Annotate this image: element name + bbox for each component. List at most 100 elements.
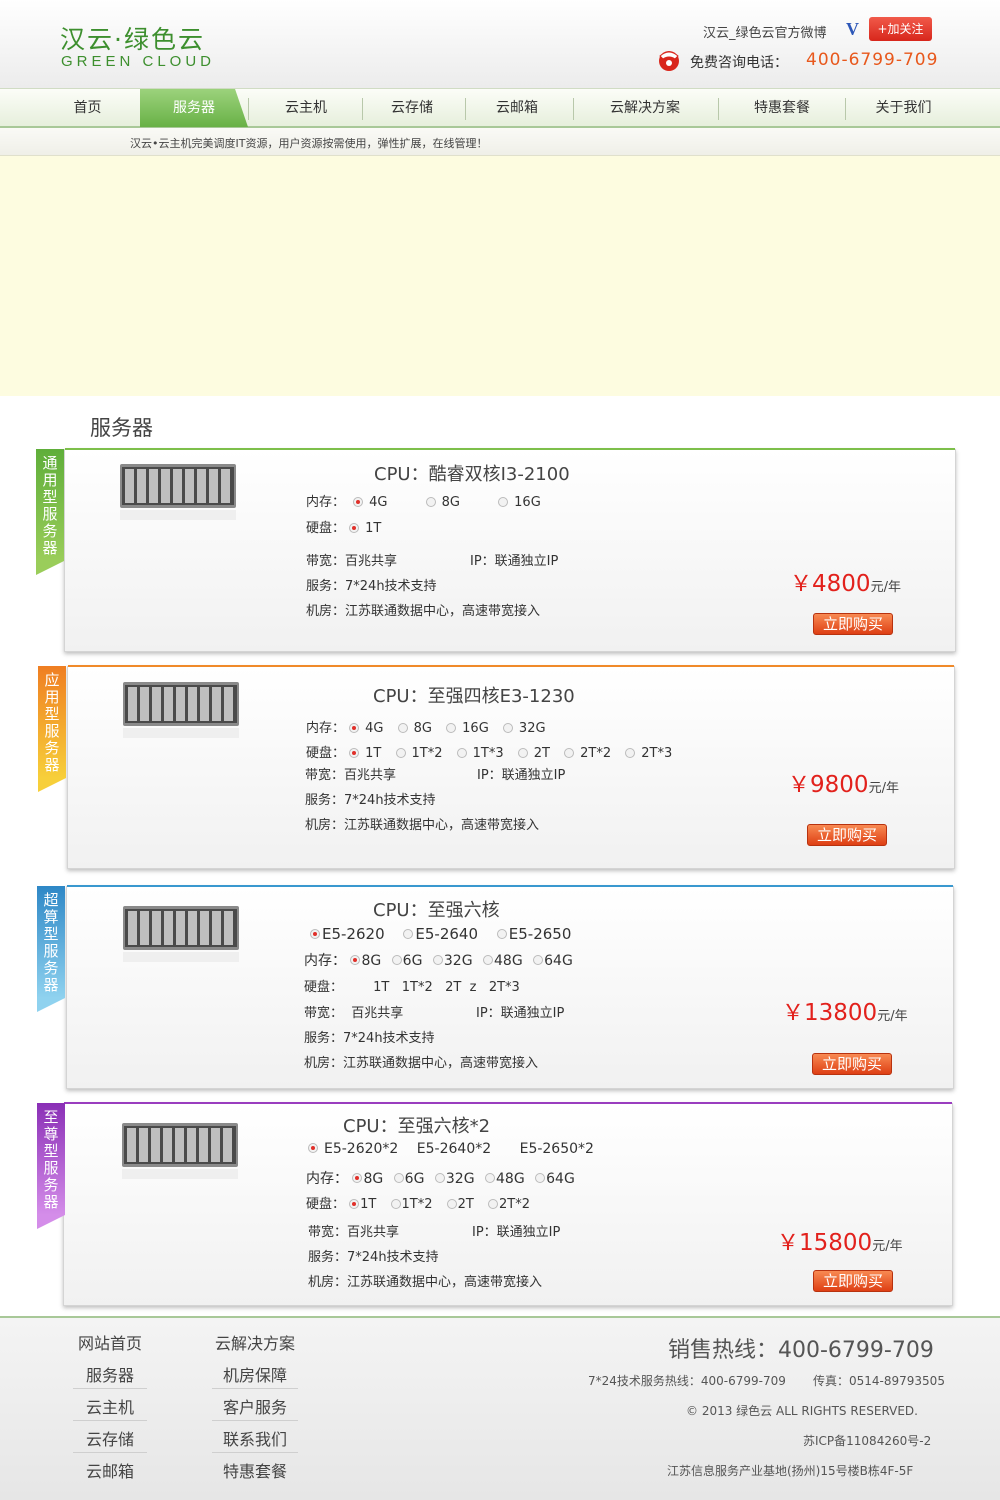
disk-option[interactable]: 2T*2 [488, 1197, 530, 1212]
footer-link-offers[interactable]: 特惠套餐 [210, 1458, 300, 1482]
memory-option[interactable]: 6G [393, 1171, 424, 1187]
memory-option[interactable]: 4G [353, 495, 388, 510]
footer-link-cloud-host[interactable]: 云主机 [70, 1394, 150, 1418]
memory-option[interactable]: 8G [425, 495, 460, 510]
logo-english[interactable]: GREEN CLOUD [61, 53, 215, 70]
radio-icon[interactable] [485, 1173, 496, 1183]
radio-icon[interactable] [391, 955, 402, 965]
radio-icon[interactable] [349, 1198, 360, 1209]
radio-icon[interactable] [352, 1173, 363, 1183]
memory-option[interactable]: 4G [349, 721, 384, 736]
nav-item-cloud-host[interactable]: 云主机 [252, 89, 360, 127]
disk-option[interactable]: 1T [349, 1197, 376, 1212]
buy-now-button[interactable]: 立即购买 [813, 613, 893, 635]
memory-option[interactable]: 32G [432, 953, 473, 969]
footer-link-home[interactable]: 网站首页 [60, 1330, 160, 1354]
cpu-option[interactable]: E5-2640*2 [417, 1141, 491, 1157]
radio-icon[interactable] [517, 747, 528, 758]
icp-number[interactable]: 苏ICP备11084260号-2 [803, 1432, 931, 1449]
radio-icon[interactable] [425, 496, 436, 507]
nav-item-about-us[interactable]: 关于我们 [847, 89, 960, 127]
radio-icon[interactable] [434, 1173, 445, 1183]
memory-option[interactable]: 48G [485, 1171, 525, 1187]
nav-item-cloud-solutions[interactable]: 云解决方案 [575, 89, 715, 127]
disk-option[interactable]: 2T [446, 1197, 474, 1212]
nav-item-home[interactable]: 首页 [40, 89, 135, 127]
radio-icon[interactable] [349, 522, 360, 533]
memory-option[interactable]: 8G [397, 721, 432, 736]
memory-option[interactable]: 64G [533, 953, 573, 969]
radio-icon[interactable] [395, 747, 406, 758]
radio-icon[interactable] [353, 496, 364, 507]
memory-label: 内存： [306, 495, 346, 510]
memory-options: 内存： 8G 6G 32G 48G 64G [306, 1168, 589, 1188]
radio-icon[interactable] [349, 722, 360, 733]
radio-icon[interactable] [502, 722, 513, 733]
memory-option[interactable]: 8G [352, 1171, 383, 1187]
footer-link-solutions[interactable]: 云解决方案 [200, 1330, 310, 1354]
footer-link-datacenter[interactable]: 机房保障 [210, 1362, 300, 1386]
radio-icon[interactable] [483, 955, 494, 965]
disk-option[interactable]: 1T [349, 746, 381, 761]
radio-icon[interactable] [432, 955, 443, 965]
disk-option[interactable]: 1T*3 [456, 746, 504, 761]
nav-item-special-offers[interactable]: 特惠套餐 [720, 89, 844, 127]
weibo-link[interactable]: 汉云_绿色云官方微博 [703, 22, 827, 41]
footer-link-contact[interactable]: 联系我们 [210, 1426, 300, 1450]
memory-option[interactable]: 64G [535, 1171, 575, 1187]
cpu-options: E5-2620*2 E5-2640*2 E5-2650*2 [308, 1141, 608, 1157]
follow-button[interactable]: +加关注 [869, 17, 932, 41]
cpu-option[interactable]: E5-2650*2 [520, 1141, 594, 1157]
disk-option[interactable]: 1T [349, 521, 381, 536]
disk-option[interactable]: 2T*3 [625, 746, 672, 761]
memory-option[interactable]: 32G [434, 1171, 475, 1187]
radio-icon[interactable] [456, 747, 467, 758]
footer-link-cloud-mail[interactable]: 云邮箱 [70, 1458, 150, 1482]
radio-icon[interactable] [564, 747, 575, 758]
radio-icon[interactable] [498, 496, 509, 507]
radio-icon[interactable] [625, 747, 636, 758]
radio-icon[interactable] [488, 1198, 498, 1209]
radio-icon[interactable] [390, 1198, 401, 1209]
radio-icon[interactable] [496, 928, 507, 939]
memory-option[interactable]: 16G [446, 721, 489, 736]
radio-icon[interactable] [403, 928, 414, 939]
radio-icon[interactable] [397, 722, 408, 733]
footer-link-customer-service[interactable]: 客户服务 [210, 1394, 300, 1418]
nav-item-cloud-storage[interactable]: 云存储 [364, 89, 460, 127]
radio-icon[interactable] [446, 1198, 457, 1209]
nav-item-server[interactable]: 服务器 [140, 89, 248, 127]
disk-label: 硬盘： [306, 521, 346, 536]
buy-now-button[interactable]: 立即购买 [807, 824, 887, 846]
radio-icon[interactable] [393, 1173, 404, 1183]
cpu-option[interactable]: E5-2640 [403, 925, 478, 943]
memory-option[interactable]: 8G [350, 953, 381, 969]
disk-option[interactable]: 2T [517, 746, 550, 761]
service-text: 服务：7*24h技术支持 [305, 793, 436, 808]
radio-icon[interactable] [308, 1143, 318, 1153]
memory-option[interactable]: 32G [502, 721, 546, 736]
disk-option-text[interactable]: 1T 1T*2 2T z 2T*3 [373, 980, 520, 995]
logo-chinese[interactable]: 汉云·绿色云 [60, 20, 205, 56]
memory-option[interactable]: 16G [498, 495, 541, 510]
disk-option[interactable]: 2T*2 [564, 746, 611, 761]
cpu-option[interactable]: E5-2620*2 [308, 1141, 398, 1157]
radio-icon[interactable] [310, 928, 320, 939]
buy-now-button[interactable]: 立即购买 [813, 1270, 893, 1292]
buy-now-button[interactable]: 立即购买 [812, 1053, 892, 1075]
nav-item-cloud-mail[interactable]: 云邮箱 [467, 89, 567, 127]
memory-option[interactable]: 48G [483, 953, 523, 969]
memory-option[interactable]: 6G [391, 953, 422, 969]
cpu-option[interactable]: E5-2650 [496, 925, 571, 943]
radio-icon[interactable] [533, 955, 544, 965]
radio-icon[interactable] [349, 747, 360, 758]
disk-option[interactable]: 1T*2 [395, 746, 443, 761]
service-text: 服务：7*24h技术支持 [308, 1250, 439, 1265]
radio-icon[interactable] [446, 722, 457, 733]
radio-icon[interactable] [350, 955, 361, 965]
footer-link-server[interactable]: 服务器 [70, 1362, 150, 1386]
disk-option[interactable]: 1T*2 [390, 1197, 433, 1212]
radio-icon[interactable] [535, 1173, 546, 1183]
footer-link-cloud-storage[interactable]: 云存储 [70, 1426, 150, 1450]
cpu-option[interactable]: E5-2620 [310, 925, 385, 943]
